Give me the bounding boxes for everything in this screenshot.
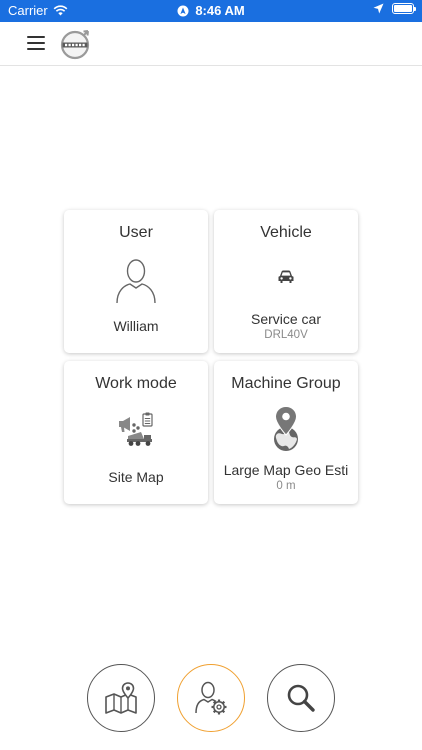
vehicle-tile-sub: DRL40V xyxy=(264,329,308,341)
machine-group-tile-title: Machine Group xyxy=(231,375,341,392)
car-icon xyxy=(278,270,294,283)
battery-icon xyxy=(392,3,416,14)
status-center: 8:46 AM xyxy=(0,3,422,18)
location-services-icon xyxy=(177,5,189,16)
machine-group-tile[interactable]: Machine Group Large Map Geo Esti 0 m xyxy=(214,361,358,504)
work-mode-tile-title: Work mode xyxy=(95,375,177,392)
machine-group-tile-sub: 0 m xyxy=(276,480,296,492)
user-tile-value: William xyxy=(113,318,159,334)
globe-location-pin-icon xyxy=(274,405,298,451)
clock: 8:46 AM xyxy=(195,3,245,18)
site-work-icon xyxy=(119,412,153,446)
hamburger-menu-icon[interactable] xyxy=(27,36,45,51)
user-tile[interactable]: User William xyxy=(64,210,208,353)
vehicle-tile-title: Vehicle xyxy=(260,224,312,241)
status-right xyxy=(373,3,416,14)
search-nav-button[interactable] xyxy=(267,664,335,732)
user-settings-nav-button[interactable] xyxy=(177,664,245,732)
app-header xyxy=(0,22,422,66)
user-avatar-icon xyxy=(116,259,156,304)
vehicle-tile-value: Service car xyxy=(250,311,322,327)
folded-map-pin-icon xyxy=(105,682,137,714)
location-arrow-icon xyxy=(373,3,384,14)
map-nav-button[interactable] xyxy=(87,664,155,732)
vehicle-tile[interactable]: Vehicle Service car DRL40V xyxy=(214,210,358,353)
work-mode-tile-value: Site Map xyxy=(108,469,164,485)
brand-logo-icon xyxy=(60,30,90,60)
status-bar: Carrier 8:46 AM xyxy=(0,0,422,22)
work-mode-tile[interactable]: Work mode Site Map xyxy=(64,361,208,504)
machine-group-tile-value: Large Map Geo Esti xyxy=(223,462,349,478)
user-settings-icon xyxy=(195,681,227,715)
user-tile-title: User xyxy=(119,224,153,241)
search-icon xyxy=(287,684,315,712)
